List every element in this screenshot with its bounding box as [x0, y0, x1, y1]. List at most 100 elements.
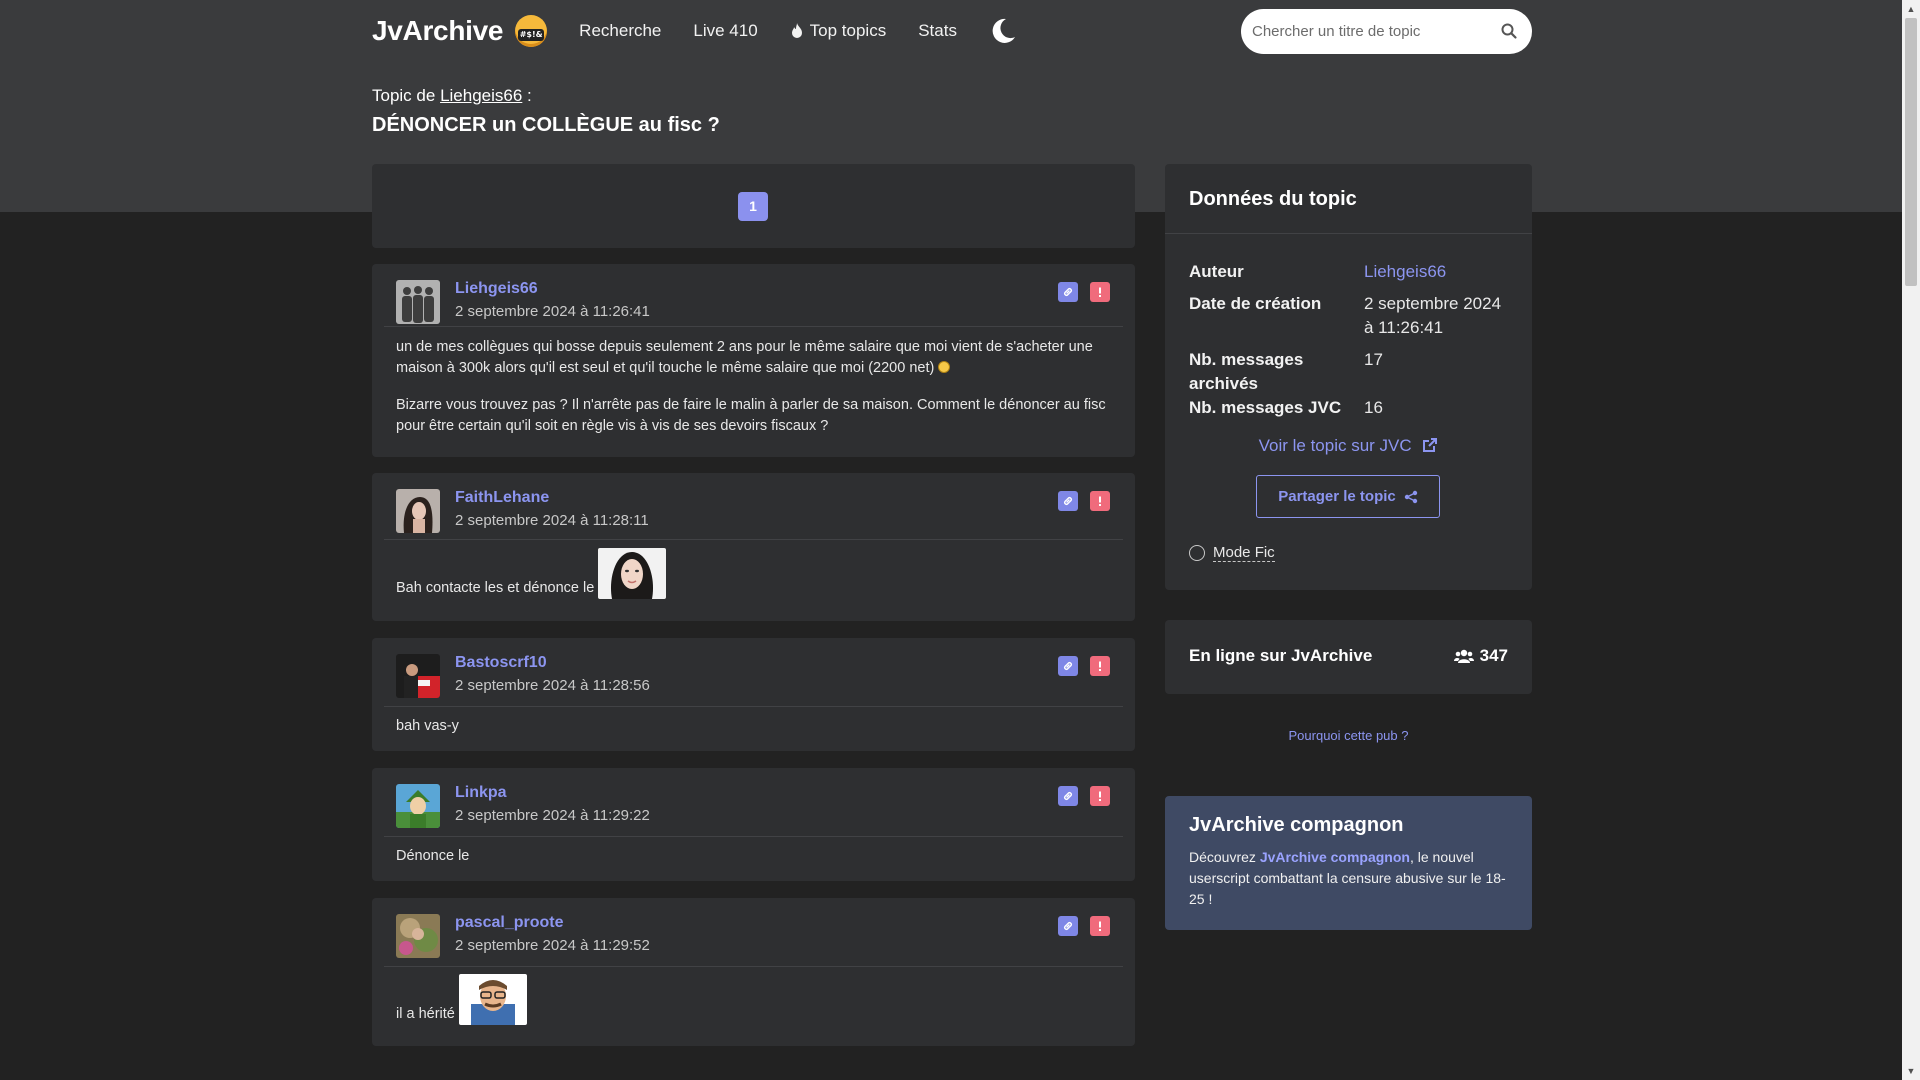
view-on-jvc-label: Voir le topic sur JVC [1258, 436, 1412, 455]
post-date: 2 septembre 2024 à 11:28:11 [455, 512, 649, 529]
data-row-author: Auteur Liehgeis66 [1189, 260, 1509, 284]
nav-link-top-topics[interactable]: Top topics [790, 21, 887, 41]
online-card: En ligne sur JvArchive 347 [1165, 620, 1532, 694]
post-body: il a hérité [372, 967, 1135, 1039]
mode-fic-checkbox[interactable] [1189, 545, 1205, 561]
users-icon [1453, 649, 1474, 663]
data-author-link[interactable]: Liehgeis66 [1364, 260, 1514, 284]
data-value: 17 [1364, 350, 1383, 369]
page-scrollbar[interactable]: ▲ ▼ [1902, 0, 1920, 1080]
mode-fic-toggle[interactable]: Mode Fic [1189, 544, 1275, 562]
post-author[interactable]: Bastoscrf10 [455, 654, 547, 672]
post-header: pascal_proote 2 septembre 2024 à 11:29:5… [372, 898, 1135, 966]
topic-author-link[interactable]: Liehgeis66 [440, 86, 522, 105]
post-card: Liehgeis66 2 septembre 2024 à 11:26:41 u… [372, 264, 1135, 457]
report-icon[interactable] [1090, 282, 1110, 302]
search-icon[interactable] [1500, 22, 1518, 40]
post-body: un de mes collègues qui bosse depuis seu… [372, 327, 1135, 451]
fire-icon [791, 23, 802, 38]
topic-data-card: Données du topic Auteur Liehgeis66 Date … [1165, 164, 1532, 590]
post-text: un de mes collègues qui bosse depuis seu… [396, 339, 1093, 376]
link-icon[interactable] [1058, 916, 1078, 936]
share-icon [1404, 490, 1417, 503]
post-header: FaithLehane 2 septembre 2024 à 11:28:11 [372, 473, 1135, 539]
data-row-archived-count: Nb. messages archivés 17 [1189, 348, 1509, 396]
post-paragraph: Bizarre vous trouvez pas ? Il n'arrête p… [396, 397, 1106, 434]
avatar[interactable] [396, 489, 440, 533]
nav-link-recherche[interactable]: Recherche [579, 21, 661, 41]
sticker-image[interactable] [598, 548, 667, 599]
link-icon[interactable] [1058, 786, 1078, 806]
link-icon[interactable] [1058, 656, 1078, 676]
post-date: 2 septembre 2024 à 11:29:52 [455, 937, 650, 954]
post-body: bah vas-y [396, 718, 459, 734]
link-icon[interactable] [1058, 491, 1078, 511]
moon-icon[interactable] [989, 17, 1017, 45]
post-header: Linkpa 2 septembre 2024 à 11:29:22 [372, 768, 1135, 836]
post-author[interactable]: Linkpa [455, 784, 507, 802]
report-icon[interactable] [1090, 916, 1110, 936]
external-link-icon [1423, 438, 1438, 452]
companion-link[interactable]: JvArchive compagnon [1260, 849, 1410, 865]
share-topic-label: Partager le topic [1278, 488, 1396, 505]
post-card: Bastoscrf10 2 septembre 2024 à 11:28:56 … [372, 638, 1135, 751]
data-key: Nb. messages JVC [1189, 398, 1342, 417]
brand-emoji-icon: #$!& [515, 15, 548, 47]
post-author[interactable]: pascal_proote [455, 914, 563, 932]
topic-by-suffix: : [527, 86, 532, 105]
topic-heading: Topic de Liehgeis66 : DÉNONCER un COLLÈG… [372, 86, 720, 137]
page-button-1[interactable]: 1 [738, 192, 768, 221]
companion-text: Découvrez JvArchive compagnon, le nouvel… [1189, 847, 1508, 910]
online-count: 347 [1453, 646, 1508, 666]
online-title: En ligne sur JvArchive [1189, 646, 1373, 665]
why-ad-link[interactable]: Pourquoi cette pub ? [1165, 728, 1532, 743]
avatar[interactable] [396, 914, 440, 958]
avatar[interactable] [396, 280, 440, 324]
post-card: FaithLehane 2 septembre 2024 à 11:28:11 … [372, 473, 1135, 621]
companion-card: JvArchive compagnon Découvrez JvArchive … [1165, 796, 1532, 930]
scroll-down-arrow-icon[interactable]: ▼ [1902, 1062, 1920, 1080]
nav-link-top-topics-label: Top topics [809, 21, 887, 40]
post-author[interactable]: Liehgeis66 [455, 280, 538, 298]
avatar[interactable] [396, 654, 440, 698]
avatar[interactable] [396, 784, 440, 828]
nav-link-live[interactable]: Live 410 [693, 21, 757, 41]
search-input[interactable] [1241, 23, 1481, 40]
report-icon[interactable] [1090, 656, 1110, 676]
post-body: Dénonce le [396, 848, 470, 864]
post-date: 2 septembre 2024 à 11:28:56 [455, 677, 650, 694]
scroll-up-arrow-icon[interactable]: ▲ [1902, 0, 1920, 18]
sticker-image[interactable] [458, 974, 527, 1025]
post-date: 2 septembre 2024 à 11:29:22 [455, 807, 650, 824]
nav-link-stats[interactable]: Stats [918, 21, 957, 41]
companion-title: JvArchive compagnon [1189, 814, 1404, 836]
brand-logo[interactable]: JvArchive [372, 15, 503, 47]
nav-links: Recherche Live 410 Top topics Stats [579, 17, 1017, 45]
report-icon[interactable] [1090, 491, 1110, 511]
pagination-card: 1 [372, 164, 1135, 248]
post-paragraph: un de mes collègues qui bosse depuis seu… [396, 337, 1111, 379]
brand-emoji-text: #$!& [518, 29, 545, 41]
data-value: 16 [1364, 398, 1383, 417]
report-icon[interactable] [1090, 786, 1110, 806]
online-count-value: 347 [1479, 646, 1508, 665]
share-topic-button[interactable]: Partager le topic [1256, 475, 1440, 518]
post-date: 2 septembre 2024 à 11:26:41 [455, 303, 650, 320]
data-key: Auteur [1189, 262, 1244, 281]
search-box [1241, 9, 1532, 54]
mode-fic-label: Mode Fic [1213, 544, 1275, 562]
companion-pre: Découvrez [1189, 849, 1256, 865]
post-body: Bah contacte les et dénonce le [372, 540, 1135, 613]
post-text: il a hérité [396, 1006, 455, 1022]
data-key: Date de création [1189, 294, 1322, 313]
post-header: Liehgeis66 2 septembre 2024 à 11:26:41 [372, 264, 1135, 326]
data-value: 2 septembre 2024 à 11:26:41 [1364, 294, 1502, 337]
scrollbar-thumb[interactable] [1905, 18, 1917, 286]
post-author[interactable]: FaithLehane [455, 489, 549, 507]
topic-by-prefix: Topic de [372, 86, 436, 105]
post-text: Bah contacte les et dénonce le [396, 580, 595, 596]
link-icon[interactable] [1058, 282, 1078, 302]
view-on-jvc-link[interactable]: Voir le topic sur JVC [1165, 436, 1532, 456]
data-key: Nb. messages archivés [1189, 350, 1304, 393]
topic-byline: Topic de Liehgeis66 : [372, 86, 720, 106]
